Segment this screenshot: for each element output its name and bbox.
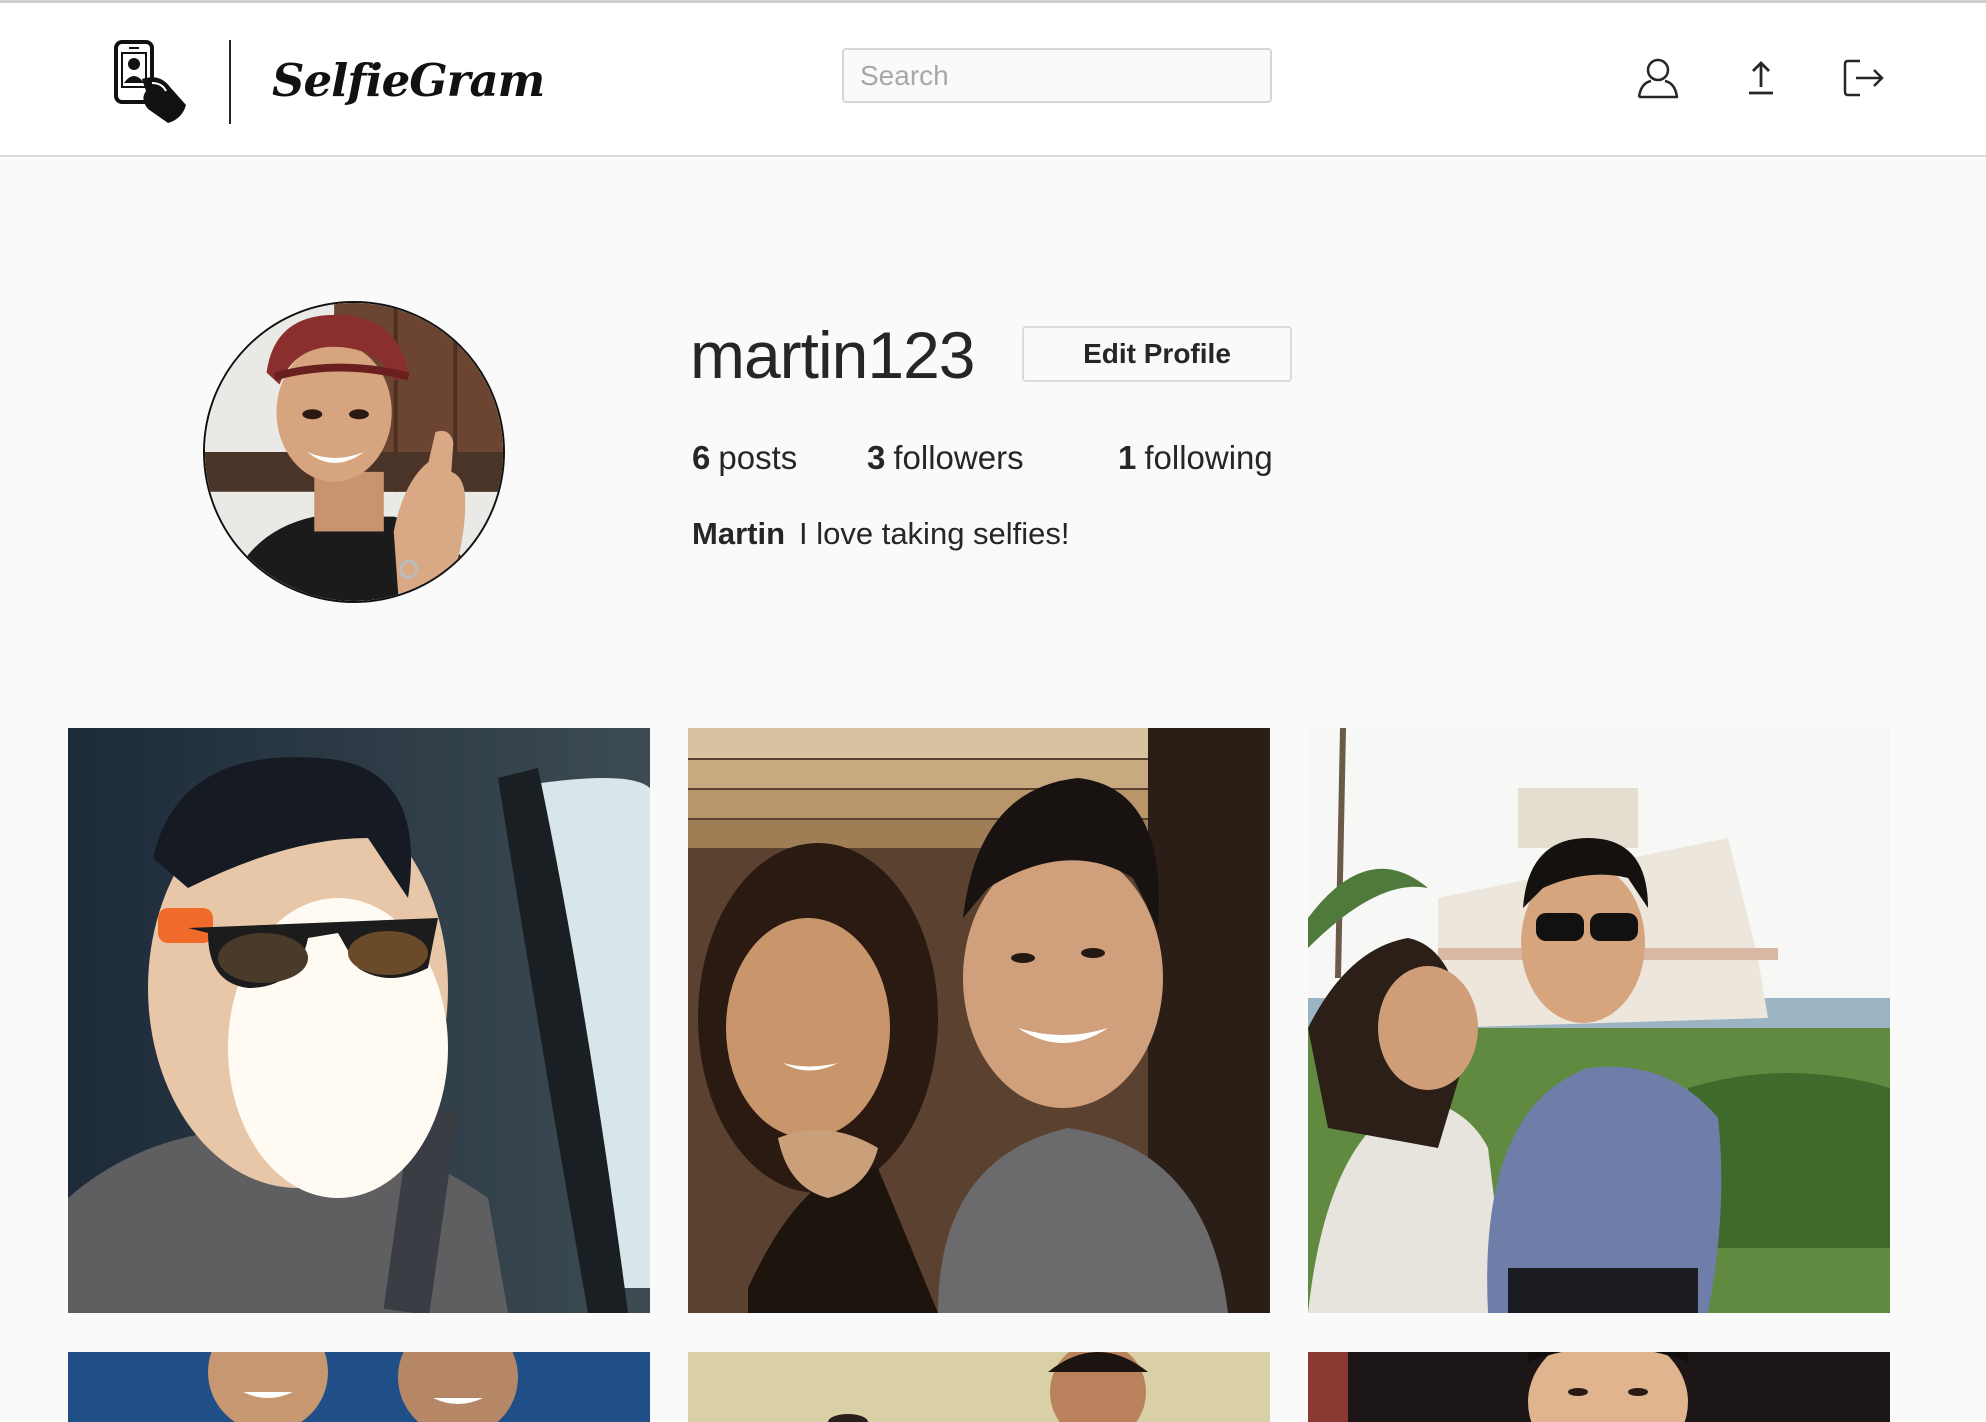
following-stat[interactable]: 1 following [1118,434,1273,482]
post-thumbnail[interactable] [68,1352,650,1422]
profile-avatar[interactable] [203,301,505,603]
bio-text: I love taking selfies! [799,516,1070,551]
logo-divider [229,40,231,124]
post-thumbnail[interactable] [688,728,1270,1313]
profile-bio: Martin I love taking selfies! [692,512,1070,556]
followers-count: 3 [867,439,886,476]
profile-username: martin123 [690,318,975,392]
bio-name: Martin [692,516,785,551]
post-thumbnail[interactable] [1308,1352,1890,1422]
posts-label: posts [718,439,798,476]
edit-profile-button[interactable]: Edit Profile [1022,326,1292,382]
brand-name[interactable]: SelfieGram [272,49,545,113]
post-thumbnail[interactable] [68,728,650,1313]
following-label: following [1144,439,1273,476]
posts-stat: 6 posts [692,434,797,482]
navbar: SelfieGram [0,3,1986,157]
upload-icon[interactable] [1736,53,1786,103]
profile-icon[interactable] [1633,53,1683,103]
search-input[interactable] [842,48,1272,103]
following-count: 1 [1118,439,1137,476]
followers-stat[interactable]: 3 followers [867,434,1024,482]
post-thumbnail[interactable] [688,1352,1270,1422]
followers-label: followers [893,439,1024,476]
post-thumbnail[interactable] [1308,728,1890,1313]
logout-icon[interactable] [1838,53,1888,103]
posts-count: 6 [692,439,711,476]
selfie-phone-logo-icon[interactable] [112,39,190,123]
